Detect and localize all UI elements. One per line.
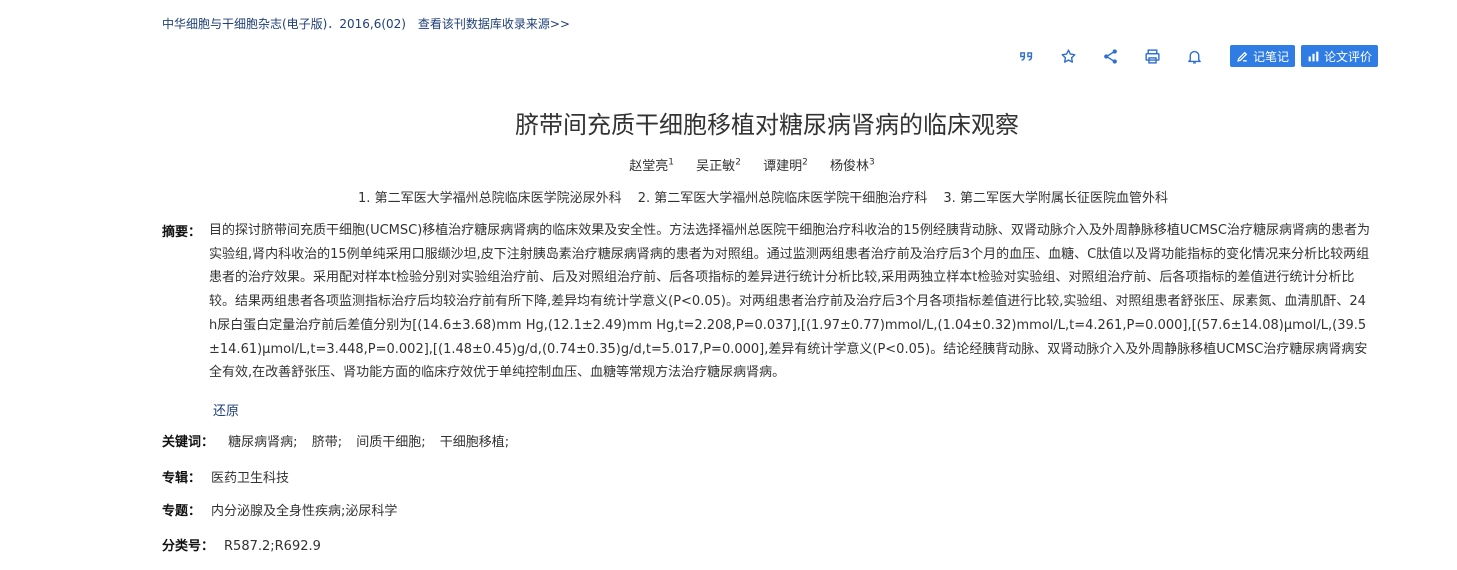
org-link[interactable]: 1. 第二军医大学福州总院临床医学院泌尿外科 [358, 191, 622, 206]
paper-review-button[interactable]: 论文评价 [1301, 45, 1379, 67]
organization-list: 1. 第二军医大学福州总院临床医学院泌尿外科 2. 第二军医大学福州总院临床医学… [0, 187, 1457, 206]
take-note-label: 记笔记 [1253, 49, 1290, 64]
bar-chart-icon [1308, 51, 1319, 61]
keywords-row: 关键词： 糖尿病肾病; 脐带; 间质干细胞; 干细胞移植; [162, 431, 509, 450]
article-title: 脐带间充质干细胞移植对糖尿病肾病的临床观察 [515, 111, 1019, 139]
quote-icon[interactable] [1014, 44, 1038, 68]
keywords-label: 关键词： [162, 435, 215, 450]
share-icon[interactable] [1098, 44, 1122, 68]
series-value: 医药卫生科技 [211, 471, 290, 486]
series-label: 专辑： [162, 471, 202, 486]
keyword-link[interactable]: 糖尿病肾病; [228, 435, 297, 450]
journal-info: 中华细胞与干细胞杂志(电子版)．2016,6(02) 查看该刊数据库收录来源>> [162, 15, 570, 32]
author-link[interactable]: 赵堂亮1 [629, 158, 674, 174]
org-link[interactable]: 2. 第二军医大学福州总院临床医学院干细胞治疗科 [638, 191, 928, 206]
journal-name[interactable]: 中华细胞与干细胞杂志(电子版)．2016,6(02) [162, 17, 406, 31]
topic-value: 内分泌腺及全身性疾病;泌尿科学 [211, 504, 398, 519]
author-link[interactable]: 杨俊林3 [830, 158, 875, 174]
star-icon[interactable] [1056, 44, 1080, 68]
paper-review-label: 论文评价 [1324, 49, 1373, 64]
classification-value: R587.2;R692.9 [224, 539, 321, 554]
restore-link[interactable]: 还原 [213, 400, 239, 419]
pencil-icon [1237, 51, 1248, 62]
abstract-text: 目的探讨脐带间充质干细胞(UCMSC)移植治疗糖尿病肾病的临床效果及安全性。方法… [209, 223, 1370, 381]
org-link[interactable]: 3. 第二军医大学附属长征医院血管外科 [943, 191, 1168, 206]
abstract-label: 摘要： [162, 225, 202, 240]
take-note-button[interactable]: 记笔记 [1230, 45, 1296, 67]
author-link[interactable]: 谭建明2 [763, 158, 808, 174]
toolbar: 记笔记 论文评价 [1014, 44, 1379, 68]
source-link[interactable]: 查看该刊数据库收录来源>> [418, 17, 570, 31]
author-link[interactable]: 吴正敏2 [696, 158, 741, 174]
classification-row: 分类号： R587.2;R692.9 [162, 535, 321, 554]
bell-icon[interactable] [1182, 44, 1206, 68]
topic-label: 专题： [162, 504, 202, 519]
keyword-link[interactable]: 干细胞移植; [440, 435, 509, 450]
keyword-link[interactable]: 间质干细胞; [356, 435, 425, 450]
classification-label: 分类号： [162, 539, 215, 554]
series-row: 专辑： 医药卫生科技 [162, 467, 289, 486]
keyword-link[interactable]: 脐带; [312, 435, 342, 450]
print-icon[interactable] [1140, 44, 1164, 68]
topic-row: 专题： 内分泌腺及全身性疾病;泌尿科学 [162, 500, 397, 519]
author-list: 赵堂亮1 吴正敏2 谭建明2 杨俊林3 [0, 155, 1457, 174]
